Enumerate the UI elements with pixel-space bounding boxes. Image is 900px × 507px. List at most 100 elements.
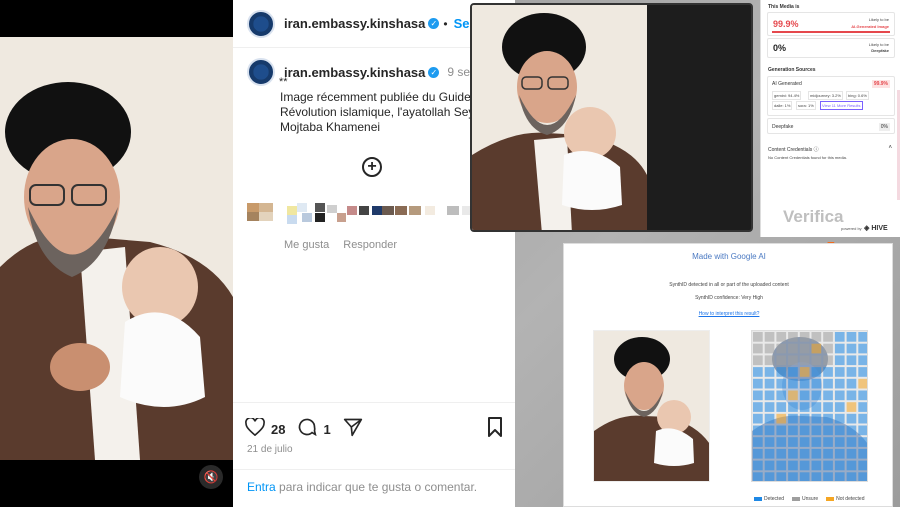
heatmap-cell: [823, 332, 833, 342]
legend-unsure: Unsure: [792, 496, 818, 502]
heatmap-cell: [753, 425, 763, 436]
ai-percent: 99.9%: [773, 19, 799, 29]
sources-title: Generation Sources: [768, 67, 816, 73]
mute-icon[interactable]: 🔇: [199, 465, 223, 489]
hive-title: This Media is: [768, 4, 800, 10]
heatmap-cell: [823, 378, 833, 389]
heatmap-cell: [799, 332, 810, 342]
heatmap-cell: [764, 425, 775, 436]
heatmap-cell: [753, 355, 763, 366]
deepfake-row-label: Deepfake: [772, 124, 794, 130]
login-link[interactable]: Entra: [247, 480, 276, 494]
heatmap-cell: [753, 390, 763, 401]
synthid-heatmap: [751, 330, 868, 482]
heatmap-cell: [788, 448, 798, 459]
heatmap-cell: [799, 437, 810, 447]
heatmap-cell: [846, 448, 857, 459]
powered-by: powered by: [841, 226, 862, 231]
heatmap-cell: [858, 413, 867, 424]
heatmap-cell: [811, 402, 822, 412]
heatmap-cell: [811, 425, 822, 436]
heatmap-cell: [764, 472, 775, 481]
info-icon: ⓘ: [813, 147, 819, 153]
heatmap-cell: [834, 425, 845, 436]
view-more-button[interactable]: View 11 More Results: [820, 101, 863, 110]
heatmap-cell: [834, 390, 845, 401]
heatmap-cell: [846, 425, 857, 436]
heatmap-cell: [788, 460, 798, 471]
heatmap-cell: [788, 378, 798, 389]
caption-avatar[interactable]: [247, 58, 275, 86]
interpret-link[interactable]: How to interpret this result?: [699, 311, 760, 317]
heatmap-cell: [788, 367, 798, 377]
heatmap-cell: [788, 343, 798, 354]
heatmap-cell: [834, 413, 845, 424]
heatmap-cell: [764, 390, 775, 401]
heatmap-cell: [811, 448, 822, 459]
heatmap-cell: [811, 460, 822, 471]
photo-illustration: [0, 37, 233, 460]
credentials-text: No Content Credentials found for this me…: [768, 155, 847, 160]
ai-generated-row-pct: 99.9%: [871, 80, 890, 88]
legend-detected-label: Detected: [764, 496, 785, 502]
deepfake-row-pct: 0%: [878, 123, 890, 131]
heatmap-cell: [753, 402, 763, 412]
like-comment-link[interactable]: Me gusta: [284, 239, 329, 251]
avatar[interactable]: [247, 9, 275, 38]
left-photo-panel: 🔇: [0, 0, 233, 507]
heatmap-cell: [788, 390, 798, 401]
heatmap-cell: [776, 413, 787, 424]
heatmap-cell: [764, 402, 775, 412]
heatmap-cell: [776, 448, 787, 459]
heatmap-cell: [776, 472, 787, 481]
heatmap-cell: [788, 402, 798, 412]
uploaded-image: [593, 330, 710, 482]
heatmap-cell: [858, 402, 867, 412]
heatmap-cell: [799, 448, 810, 459]
heatmap-cell: [764, 367, 775, 377]
separator-dot: •: [443, 16, 448, 31]
caption-account-name[interactable]: iran.embassy.kinshasa: [284, 65, 425, 80]
heatmap-cell: [846, 472, 857, 481]
credentials-title-text: Content Credentials: [768, 147, 813, 153]
share-icon[interactable]: [343, 417, 363, 442]
heatmap-cell: [823, 413, 833, 424]
heatmap-cell: [834, 448, 845, 459]
deepfake-percent: 0%: [773, 43, 787, 53]
heatmap-cell: [753, 448, 763, 459]
photo-illustration-2: [472, 5, 647, 230]
synthid-panel: Made with Google AI SynthID detected in …: [563, 243, 893, 507]
heatmap-cell: [776, 437, 787, 447]
heatmap-cell: [834, 460, 845, 471]
heatmap-cell: [834, 472, 845, 481]
heatmap-cell: [776, 355, 787, 366]
add-icon[interactable]: +: [362, 157, 382, 177]
heatmap-cell: [834, 367, 845, 377]
heatmap-cell: [846, 332, 857, 342]
heatmap-cell: [764, 355, 775, 366]
heatmap-cell: [834, 437, 845, 447]
bookmark-icon[interactable]: [487, 417, 503, 442]
heatmap-cell: [811, 367, 822, 377]
heatmap-cell: [764, 378, 775, 389]
comment-prompt: Entra para indicar que te gusta o coment…: [233, 469, 515, 504]
comment-icon[interactable]: [297, 417, 318, 442]
heatmap-cell: [858, 367, 867, 377]
heart-icon[interactable]: [245, 416, 265, 441]
heatmap-cell: [834, 343, 845, 354]
heatmap-cell: [846, 378, 857, 389]
post-date: 21 de julio: [247, 444, 293, 455]
reply-link[interactable]: Responder: [343, 239, 397, 251]
heatmap-cell: [788, 413, 798, 424]
source-gemini: gemini: 94.4%: [772, 91, 802, 100]
heatmap-cell: [858, 343, 867, 354]
account-name[interactable]: iran.embassy.kinshasa: [284, 16, 425, 31]
heatmap-cell: [764, 413, 775, 424]
heatmap-cell: [764, 460, 775, 471]
heatmap-cell: [811, 472, 822, 481]
synthid-confidence: SynthID confidence: Very High: [695, 295, 763, 301]
ai-likely-label: Likely to be: [868, 17, 889, 22]
chevron-up-icon[interactable]: ˄: [888, 145, 892, 151]
source-bing: bing: 0.6%: [846, 91, 869, 100]
heatmap-cell: [858, 472, 867, 481]
